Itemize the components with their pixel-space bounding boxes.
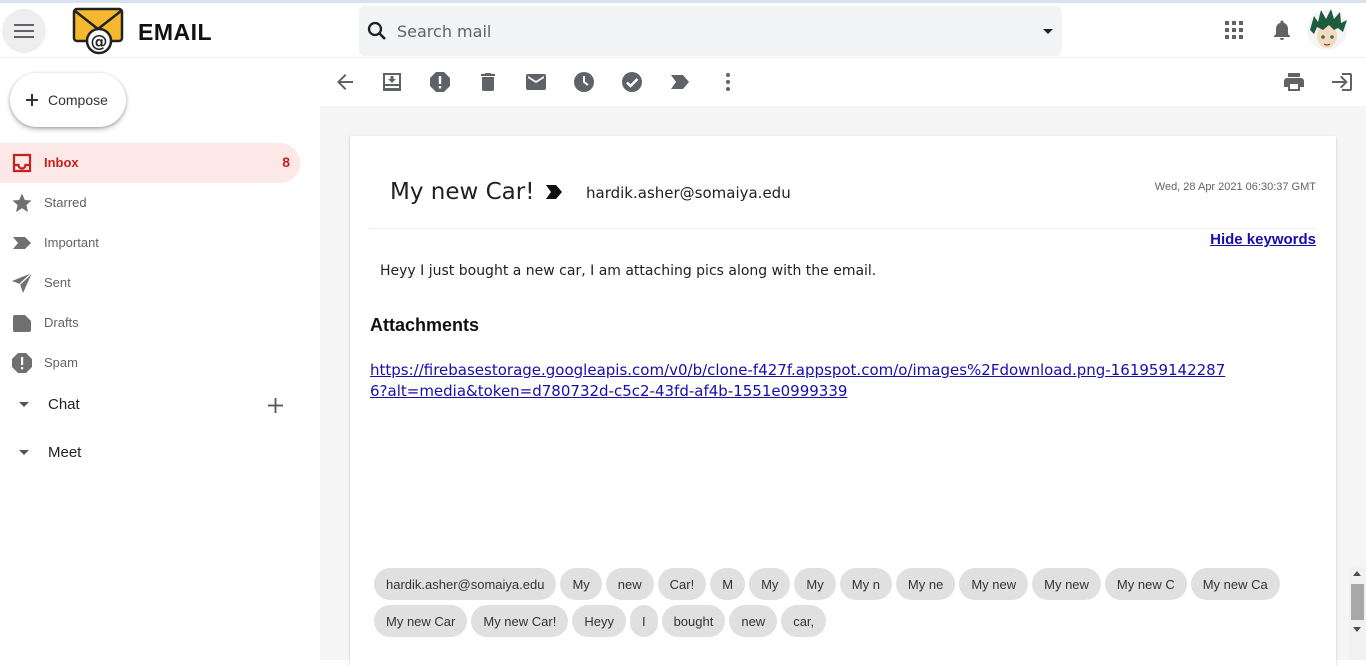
email-body: Heyy I just bought a new car, I am attac… [380,263,877,279]
page-scrollbar[interactable] [1349,567,1366,660]
open-in-new-icon[interactable] [1330,70,1354,94]
email-date: Wed, 28 Apr 2021 06:30:37 GMT [1154,181,1316,193]
sidebar-item-label: Inbox [44,155,79,170]
keyword-chip[interactable]: My [560,568,602,600]
print-icon[interactable] [1282,70,1306,94]
more-vert-icon[interactable] [716,70,740,94]
plus-icon [26,94,38,106]
mark-unread-icon[interactable] [524,70,548,94]
mark-done-icon[interactable] [620,70,644,94]
keyword-chip[interactable]: new [729,605,778,637]
chevron-down-icon[interactable] [18,401,30,409]
send-icon [12,272,33,293]
keyword-chip[interactable]: My new Car! [471,605,569,637]
email-view-card: My new Car! hardik.asher@somaiya.edu Wed… [350,136,1336,666]
keyword-chip[interactable]: Heyy [572,605,626,637]
sidebar: Compose Inbox 8 Starred Important Sent D… [0,59,320,660]
keyword-chip[interactable]: bought [661,605,726,637]
scroll-down-arrow-icon[interactable] [1353,627,1361,632]
sidebar-item-label: Starred [44,195,87,210]
search-icon[interactable] [365,19,389,43]
hamburger-menu-icon [14,24,34,38]
keyword-chip[interactable]: My [749,568,791,600]
keyword-chip[interactable]: I [629,605,658,637]
message-toolbar [320,59,1366,106]
section-meet-label: Meet [48,444,82,461]
hide-keywords-link[interactable]: Hide keywords [1210,231,1316,248]
chevron-down-icon[interactable] [18,449,30,457]
sidebar-item-inbox[interactable]: Inbox 8 [0,143,300,183]
keyword-chips: hardik.asher@somaiya.edu My new Car! M M… [374,568,1294,637]
archive-icon[interactable] [380,70,404,94]
drafts-icon [13,315,31,332]
app-brand: EMAIL [138,19,213,45]
keyword-chip[interactable]: M [710,568,746,600]
email-sender: hardik.asher@somaiya.edu [586,184,791,202]
attachments-title: Attachments [370,315,480,335]
keyword-chip[interactable]: hardik.asher@somaiya.edu [374,568,557,600]
search-input[interactable] [397,16,1017,46]
report-spam-icon[interactable] [428,70,452,94]
delete-icon[interactable] [476,70,500,94]
apps-grid-icon[interactable] [1222,18,1246,42]
add-chat-plus-icon[interactable] [267,397,284,414]
keyword-chip[interactable]: My new [959,568,1029,600]
label-icon[interactable] [668,70,692,94]
section-chat-label: Chat [48,396,80,413]
main-content: My new Car! hardik.asher@somaiya.edu Wed… [320,59,1366,666]
top-header: @ EMAIL [0,3,1366,58]
search-options-dropdown-icon[interactable] [1036,19,1060,43]
sidebar-item-drafts[interactable]: Drafts [0,303,300,343]
notifications-bell-icon[interactable] [1270,18,1294,42]
user-avatar[interactable] [1305,6,1349,52]
keyword-chip[interactable]: My [794,568,836,600]
inbox-unread-count: 8 [282,154,290,170]
star-icon [12,193,32,212]
section-chat[interactable]: Chat [0,387,300,423]
sidebar-item-sent[interactable]: Sent [0,263,300,303]
search-bar [359,6,1062,56]
scroll-up-arrow-icon[interactable] [1353,571,1361,576]
important-marker-icon[interactable] [544,184,564,200]
sidebar-item-label: Important [44,235,99,250]
attachment-link[interactable]: https://firebasestorage.googleapis.com/v… [370,360,1230,402]
spam-icon [12,353,32,373]
snooze-icon[interactable] [572,70,596,94]
sidebar-item-label: Spam [44,355,78,370]
sidebar-item-label: Drafts [44,315,79,330]
compose-label: Compose [48,92,108,108]
back-arrow-icon[interactable] [333,70,357,94]
header-divider [370,228,1316,229]
sidebar-item-starred[interactable]: Starred [0,183,300,223]
keyword-chip[interactable]: My new [1032,568,1101,600]
sidebar-item-label: Sent [44,275,71,290]
keyword-chip[interactable]: My ne [895,568,956,600]
main-menu-button[interactable] [2,9,46,53]
svg-text:@: @ [91,32,108,52]
keyword-chip[interactable]: My new C [1104,568,1187,600]
inbox-icon [12,153,32,173]
keyword-chip[interactable]: Car! [657,568,707,600]
sidebar-item-important[interactable]: Important [0,223,300,263]
section-meet[interactable]: Meet [0,435,300,471]
keyword-chip[interactable]: new [605,568,654,600]
sidebar-item-spam[interactable]: Spam [0,343,300,383]
keyword-chip[interactable]: My new Car [374,605,468,637]
email-logo-icon[interactable]: @ [72,5,124,55]
keyword-chip[interactable]: My new Ca [1190,568,1280,600]
email-subject: My new Car! [390,179,535,205]
label-important-icon [13,237,31,249]
keyword-chip[interactable]: car, [781,605,827,637]
keyword-chip[interactable]: My n [839,568,892,600]
scrollbar-thumb[interactable] [1351,584,1364,620]
compose-button[interactable]: Compose [10,73,126,127]
